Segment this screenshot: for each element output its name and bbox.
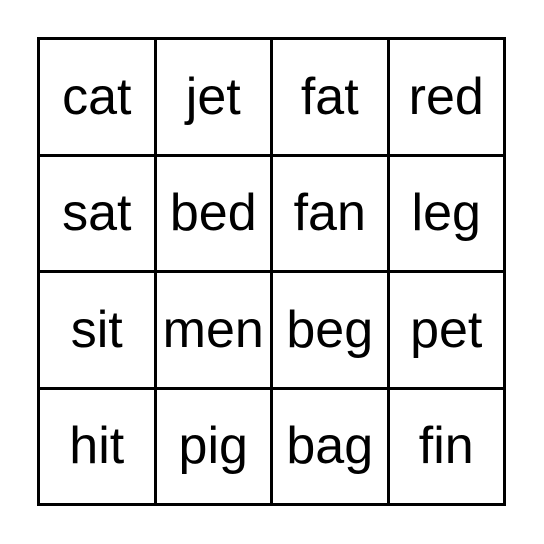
- bingo-cell-r4c2[interactable]: pig: [156, 389, 270, 503]
- bingo-cell-r2c3[interactable]: fan: [273, 156, 387, 270]
- bingo-cell-r2c4[interactable]: leg: [389, 156, 503, 270]
- bingo-cell-r4c4[interactable]: fin: [389, 389, 503, 503]
- bingo-cell-word: pig: [178, 417, 248, 476]
- bingo-cell-word: bed: [169, 184, 257, 243]
- bingo-cell-word: men: [162, 300, 264, 359]
- bingo-cell-r2c1[interactable]: sat: [40, 156, 154, 270]
- bingo-cell-word: sit: [70, 300, 123, 359]
- bingo-card-grid: cat jet fat red sat bed fan leg sit men …: [37, 37, 506, 506]
- bingo-cell-word: bag: [286, 417, 374, 476]
- bingo-cell-r1c3[interactable]: fat: [273, 40, 387, 154]
- bingo-cell-r3c1[interactable]: sit: [40, 273, 154, 387]
- bingo-cell-word: hit: [69, 417, 125, 476]
- bingo-cell-r4c1[interactable]: hit: [40, 389, 154, 503]
- bingo-cell-r4c3[interactable]: bag: [273, 389, 387, 503]
- bingo-cell-word: beg: [286, 300, 374, 359]
- bingo-cell-r2c2[interactable]: bed: [156, 156, 270, 270]
- bingo-cell-word: fat: [300, 67, 359, 126]
- bingo-cell-r1c1[interactable]: cat: [40, 40, 154, 154]
- bingo-cell-r1c2[interactable]: jet: [156, 40, 270, 154]
- bingo-cell-r1c4[interactable]: red: [389, 40, 503, 154]
- bingo-cell-word: jet: [185, 67, 241, 126]
- bingo-cell-r3c3[interactable]: beg: [273, 273, 387, 387]
- bingo-cell-r3c2[interactable]: men: [156, 273, 270, 387]
- bingo-cell-word: fin: [418, 417, 474, 476]
- bingo-cell-word: pet: [410, 300, 483, 359]
- bingo-cell-word: leg: [411, 184, 481, 243]
- bingo-cell-word: cat: [62, 67, 132, 126]
- bingo-cell-word: fan: [293, 184, 366, 243]
- bingo-cell-r3c4[interactable]: pet: [389, 273, 503, 387]
- bingo-cell-word: red: [408, 67, 484, 126]
- bingo-cell-word: sat: [62, 184, 132, 243]
